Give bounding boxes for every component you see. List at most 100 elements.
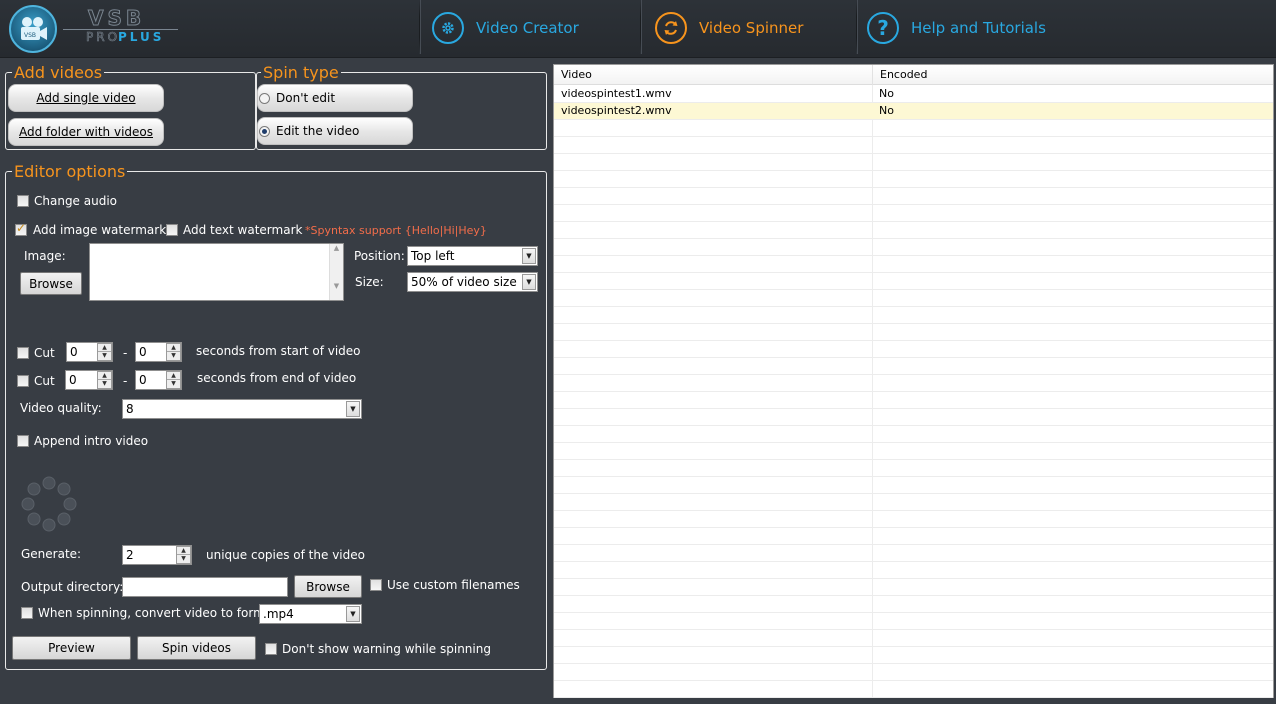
convert-format-checkbox[interactable] bbox=[21, 607, 33, 619]
radio-circle[interactable] bbox=[259, 93, 270, 104]
video-quality-select[interactable]: 8 ▼ bbox=[122, 399, 362, 419]
cut-end-to-spinner[interactable]: ▲ ▼ bbox=[166, 371, 181, 389]
table-row-empty bbox=[554, 630, 1273, 647]
change-audio-label: Change audio bbox=[34, 194, 118, 208]
spin-up-icon[interactable]: ▲ bbox=[167, 372, 180, 380]
gear-icon bbox=[432, 12, 464, 44]
table-row-empty bbox=[554, 681, 1273, 698]
svg-text:VSB: VSB bbox=[24, 32, 36, 39]
nav-video-spinner[interactable]: Video Spinner bbox=[655, 10, 803, 46]
cut-end-from-spinner[interactable]: ▲ ▼ bbox=[97, 371, 112, 389]
spin-up-icon[interactable]: ▲ bbox=[98, 344, 111, 352]
radio-edit-video[interactable]: Edit the video bbox=[257, 117, 413, 145]
spin-down-icon[interactable]: ▼ bbox=[177, 555, 190, 563]
table-row[interactable]: videospintest1.wmv No bbox=[554, 86, 1273, 103]
cut-end-label: Cut bbox=[34, 374, 55, 388]
cell-video: videospintest2.wmv bbox=[561, 104, 672, 117]
scroll-up-icon[interactable]: ▲ bbox=[330, 244, 343, 252]
radio-dont-edit-label: Don't edit bbox=[276, 91, 336, 105]
column-header-video[interactable]: Video bbox=[554, 65, 592, 85]
radio-edit-video-label: Edit the video bbox=[276, 124, 360, 138]
dropdown-arrow-icon[interactable]: ▼ bbox=[346, 401, 360, 417]
size-select[interactable]: 50% of video size ▼ bbox=[407, 272, 538, 292]
syntax-note: *Spyntax support {Hello|Hi|Hey} bbox=[305, 224, 487, 237]
position-select[interactable]: Top left ▼ bbox=[407, 246, 538, 266]
logo-pro-text: PRO bbox=[86, 30, 121, 45]
table-row-empty bbox=[554, 256, 1273, 273]
spin-down-icon[interactable]: ▼ bbox=[167, 352, 180, 360]
output-directory-input[interactable] bbox=[122, 577, 288, 597]
video-table[interactable]: Video Encoded videospintest1.wmv No videos… bbox=[553, 64, 1274, 698]
image-watermark-checkbox[interactable] bbox=[15, 221, 27, 236]
video-quality-label: Video quality: bbox=[20, 401, 102, 415]
table-row-empty bbox=[554, 528, 1273, 545]
spin-down-icon[interactable]: ▼ bbox=[167, 380, 180, 388]
cut-end-to-value: 0 bbox=[139, 373, 147, 387]
table-row-empty bbox=[554, 647, 1273, 664]
add-single-video-button[interactable]: Add single video bbox=[8, 84, 164, 112]
position-label: Position: bbox=[354, 249, 405, 263]
table-row-empty bbox=[554, 562, 1273, 579]
table-header: Video Encoded bbox=[554, 65, 1273, 85]
table-row-empty bbox=[554, 409, 1273, 426]
table-row-empty bbox=[554, 392, 1273, 409]
generate-label: Generate: bbox=[21, 547, 82, 561]
add-videos-group: Add videos Add single video Add folder w… bbox=[5, 64, 256, 150]
radio-circle[interactable] bbox=[259, 126, 270, 137]
generate-text: unique copies of the video bbox=[206, 548, 365, 562]
change-audio-checkbox[interactable] bbox=[17, 195, 29, 207]
preview-button[interactable]: Preview bbox=[12, 636, 131, 660]
dropdown-arrow-icon[interactable]: ▼ bbox=[522, 248, 536, 264]
spin-videos-button[interactable]: Spin videos bbox=[137, 636, 256, 660]
spin-down-icon[interactable]: ▼ bbox=[98, 380, 111, 388]
video-quality-value: 8 bbox=[126, 402, 134, 416]
table-row-empty bbox=[554, 477, 1273, 494]
no-warning-checkbox[interactable] bbox=[265, 643, 277, 655]
table-row-empty bbox=[554, 460, 1273, 477]
image-watermark-label: Add image watermark bbox=[33, 223, 167, 237]
cut-end-from-value: 0 bbox=[69, 373, 77, 387]
spin-up-icon[interactable]: ▲ bbox=[177, 547, 190, 555]
cut-start-from-spinner[interactable]: ▲ ▼ bbox=[97, 343, 112, 361]
logo-plus-text: PLUS bbox=[118, 30, 165, 44]
nav-video-creator[interactable]: Video Creator bbox=[432, 10, 579, 46]
spin-type-group: Spin type Don't edit Edit the video bbox=[256, 64, 547, 150]
radio-dont-edit[interactable]: Don't edit bbox=[257, 84, 413, 112]
output-directory-label: Output directory: bbox=[21, 580, 124, 594]
convert-format-value: .mp4 bbox=[263, 607, 294, 621]
table-row-empty bbox=[554, 324, 1273, 341]
cut-start-to-spinner[interactable]: ▲ ▼ bbox=[166, 343, 181, 361]
table-row-empty bbox=[554, 494, 1273, 511]
spin-up-icon[interactable]: ▲ bbox=[167, 344, 180, 352]
add-folder-button[interactable]: Add folder with videos bbox=[8, 118, 164, 146]
column-header-encoded[interactable]: Encoded bbox=[872, 65, 927, 85]
custom-filenames-checkbox[interactable] bbox=[370, 579, 382, 591]
size-value: 50% of video size bbox=[411, 275, 517, 289]
nav-help-tutorials[interactable]: ? Help and Tutorials bbox=[867, 10, 1046, 46]
append-intro-checkbox[interactable] bbox=[17, 435, 29, 447]
cut-start-to-value: 0 bbox=[139, 345, 147, 359]
text-watermark-checkbox[interactable] bbox=[166, 224, 178, 236]
cut-end-checkbox[interactable] bbox=[17, 375, 29, 387]
image-browse-button[interactable]: Browse bbox=[20, 272, 82, 295]
dropdown-arrow-icon[interactable]: ▼ bbox=[522, 274, 536, 290]
textarea-scrollbar[interactable]: ▲ ▼ bbox=[329, 244, 343, 300]
image-path-textarea[interactable]: ▲ ▼ bbox=[89, 243, 344, 301]
table-row-empty bbox=[554, 137, 1273, 154]
scroll-down-icon[interactable]: ▼ bbox=[330, 282, 343, 290]
spin-up-icon[interactable]: ▲ bbox=[98, 372, 111, 380]
table-row-empty bbox=[554, 222, 1273, 239]
table-row-empty bbox=[554, 290, 1273, 307]
convert-format-select[interactable]: .mp4 ▼ bbox=[259, 604, 362, 624]
generate-spinner[interactable]: ▲ ▼ bbox=[176, 546, 191, 564]
cut-start-checkbox[interactable] bbox=[17, 347, 29, 359]
text-watermark-label: Add text watermark bbox=[183, 223, 303, 237]
dropdown-arrow-icon[interactable]: ▼ bbox=[346, 606, 360, 622]
output-browse-button[interactable]: Browse bbox=[294, 575, 362, 598]
dash-separator: - bbox=[123, 346, 128, 360]
table-row[interactable]: videospintest2.wmv No bbox=[554, 103, 1273, 120]
table-row-empty bbox=[554, 188, 1273, 205]
spin-down-icon[interactable]: ▼ bbox=[98, 352, 111, 360]
table-row-empty bbox=[554, 613, 1273, 630]
image-label: Image: bbox=[24, 249, 66, 263]
